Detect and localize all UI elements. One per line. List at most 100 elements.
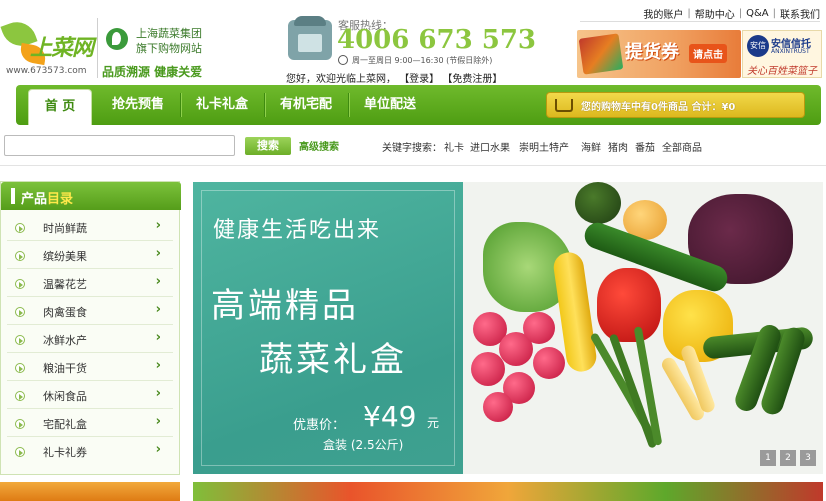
chevron-right-icon: › xyxy=(155,218,161,233)
banner-tagline: 健康生活吃出来 xyxy=(213,218,382,243)
anxin-trust-ad[interactable]: 安信 安信信托 ANXINTRUST 关心百姓菜篮子 xyxy=(742,30,822,78)
chevron-right-icon: › xyxy=(155,274,161,289)
promo-strip-left[interactable] xyxy=(0,482,180,501)
category-item-snacks[interactable]: 休闲食品 › xyxy=(7,382,173,409)
category-item-flowers[interactable]: 温馨花艺 › xyxy=(7,270,173,297)
keyword-link[interactable]: 海鲜 xyxy=(581,139,601,154)
category-label: 休闲食品 xyxy=(43,390,87,403)
radish-image xyxy=(483,392,513,422)
cart-summary[interactable]: 您的购物车中有0件商品 合计：¥0 xyxy=(546,92,805,118)
voucher-ad-image xyxy=(578,33,624,75)
banner-page-3[interactable]: 3 xyxy=(800,450,816,466)
keyword-link[interactable]: 全部商品 xyxy=(662,139,702,154)
bullet-icon xyxy=(15,223,25,233)
chevron-right-icon: › xyxy=(155,442,161,457)
top-links: 我的账户 | 帮助中心 | Q&A | 联系我们 xyxy=(580,6,820,22)
bullet-icon xyxy=(15,307,25,317)
category-label: 礼卡礼券 xyxy=(43,446,87,459)
group-name-line1: 上海蔬菜集团 xyxy=(136,27,202,40)
category-item-seafood[interactable]: 冰鲜水产 › xyxy=(7,326,173,353)
category-item-meat-eggs[interactable]: 肉禽蛋食 › xyxy=(7,298,173,325)
chevron-right-icon: › xyxy=(155,386,161,401)
category-title-highlight: 目录 xyxy=(47,192,74,207)
nav-presale[interactable]: 抢先预售 xyxy=(96,85,180,125)
red-pepper-image xyxy=(597,268,661,342)
hotline-number: 4006 673 573 xyxy=(337,25,537,55)
welcome-bar: 您好，欢迎光临上菜网， 【登录】 【免费注册】 xyxy=(286,70,502,85)
anxin-slogan: 关心百姓菜篮子 xyxy=(747,66,817,77)
category-item-gift-card[interactable]: 礼卡礼券 › xyxy=(7,438,173,465)
advanced-search-link[interactable]: 高级搜索 xyxy=(299,138,339,153)
group-name: 上海蔬菜集团 旗下购物网站 xyxy=(136,26,202,56)
link-separator: | xyxy=(738,8,743,19)
category-label: 时尚鲜蔬 xyxy=(43,222,87,235)
chevron-right-icon: › xyxy=(155,330,161,345)
banner-price-unit: 元 xyxy=(427,416,440,430)
voucher-ad-cta: 请点击 xyxy=(689,44,727,63)
category-label: 粮油干货 xyxy=(43,362,87,375)
clock-icon xyxy=(338,55,348,65)
voucher-ad-title: 提货券 xyxy=(625,42,679,63)
radish-image xyxy=(471,352,505,386)
my-account-link[interactable]: 我的账户 xyxy=(643,6,683,21)
banner-headline-2: 蔬菜礼盒 xyxy=(259,340,407,380)
banner-page-1[interactable]: 1 xyxy=(760,450,776,466)
logo-text: 上菜网 xyxy=(30,36,94,61)
chevron-right-icon: › xyxy=(155,358,161,373)
category-header: 产品目录 xyxy=(1,182,181,210)
category-label: 肉禽蛋食 xyxy=(43,306,87,319)
login-link[interactable]: 【登录】 xyxy=(399,74,439,85)
keyword-label: 关键字搜索： xyxy=(382,143,442,154)
nav-organic-delivery[interactable]: 有机宅配 xyxy=(264,85,348,125)
anxin-seal-icon: 安信 xyxy=(747,35,769,57)
welcome-text: 您好，欢迎光临上菜网， xyxy=(286,74,396,85)
category-title-prefix: 产品 xyxy=(21,192,48,207)
green-pumpkin-image xyxy=(575,182,621,224)
category-label: 宅配礼盒 xyxy=(43,418,87,431)
nav-home[interactable]: 首 页 xyxy=(28,89,92,125)
anxin-en-name: ANXINTRUST xyxy=(771,48,810,55)
keyword-link[interactable]: 猪肉 xyxy=(608,139,628,154)
promo-strip-products[interactable] xyxy=(193,482,823,501)
link-separator: | xyxy=(772,8,776,19)
category-header-bar xyxy=(11,188,15,204)
category-item-gift-box[interactable]: 宅配礼盒 › xyxy=(7,410,173,437)
register-link[interactable]: 【免费注册】 xyxy=(442,74,502,85)
keyword-link[interactable]: 崇明土特产 xyxy=(519,139,569,154)
telephone-icon xyxy=(288,16,332,60)
keyword-link[interactable]: 礼卡 xyxy=(444,139,464,154)
category-item-fruits[interactable]: 缤纷美果 › xyxy=(7,242,173,269)
category-label: 温馨花艺 xyxy=(43,278,87,291)
group-leaf-icon xyxy=(106,28,128,50)
nav-corporate-delivery[interactable]: 单位配送 xyxy=(348,85,432,125)
cart-text: 您的购物车中有0件商品 合计：¥0 xyxy=(581,102,736,113)
category-title: 产品目录 xyxy=(21,188,73,207)
search-button[interactable]: 搜索 xyxy=(245,137,291,155)
banner-page-2[interactable]: 2 xyxy=(780,450,796,466)
banner-price-label: 优惠价： xyxy=(293,418,346,433)
banner-text-panel: 健康生活吃出来 高端精品 蔬菜礼盒 优惠价： ¥49 元 盒装 (2.5公斤) xyxy=(193,182,463,474)
banner-price: ¥49 xyxy=(363,400,417,433)
bullet-icon xyxy=(15,279,25,289)
bullet-icon xyxy=(15,335,25,345)
radish-image xyxy=(523,312,555,344)
help-center-link[interactable]: 帮助中心 xyxy=(695,6,735,21)
contact-us-link[interactable]: 联系我们 xyxy=(780,6,820,21)
promo-banner[interactable]: 健康生活吃出来 高端精品 蔬菜礼盒 优惠价： ¥49 元 盒装 (2.5公斤) xyxy=(193,182,823,474)
banner-vegetables-image: 1 2 3 xyxy=(463,182,823,474)
voucher-ad[interactable]: 提货券 请点击 xyxy=(577,30,741,78)
keyword-link[interactable]: 番茄 xyxy=(635,139,655,154)
bullet-icon xyxy=(15,419,25,429)
category-menu: 产品目录 时尚鲜蔬 › 缤纷美果 › 温馨花艺 › 肉禽蛋食 › 冰鲜水产 › 粮油干货 ›… xyxy=(0,181,181,475)
radish-image xyxy=(533,347,565,379)
category-item-vegetables[interactable]: 时尚鲜蔬 › xyxy=(7,214,173,241)
chevron-right-icon: › xyxy=(155,302,161,317)
nav-gift-box[interactable]: 礼卡礼盒 xyxy=(180,85,264,125)
search-input[interactable] xyxy=(4,135,235,156)
bullet-icon xyxy=(15,447,25,457)
header-divider xyxy=(97,18,98,78)
category-item-grain-oil[interactable]: 粮油干货 › xyxy=(7,354,173,381)
qa-link[interactable]: Q&A xyxy=(746,8,769,19)
keyword-link[interactable]: 进口水果 xyxy=(470,139,510,154)
slogan: 品质溯源 健康关爱 xyxy=(102,65,203,79)
